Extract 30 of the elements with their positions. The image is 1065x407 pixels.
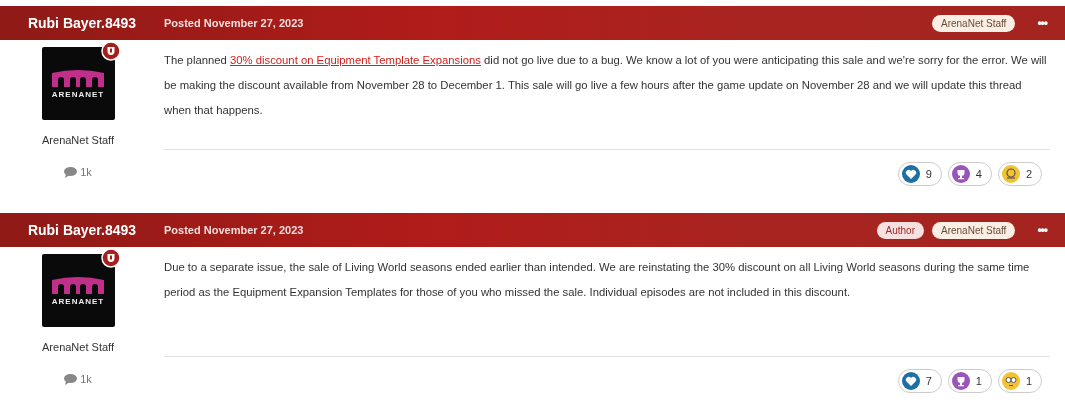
glasses-face-icon <box>1001 372 1020 390</box>
member-role: ArenaNet Staff <box>42 341 114 353</box>
trophy-icon <box>951 165 970 183</box>
emoji-icon <box>1001 165 1020 183</box>
avatar-logo-text: ARENANET <box>51 296 105 306</box>
discount-link[interactable]: 30% discount on Equipment Template Expansions <box>229 54 481 66</box>
comment-count: 1k <box>80 373 92 385</box>
more-menu[interactable]: ••• <box>1037 16 1047 30</box>
speech-bubble-icon <box>64 166 78 178</box>
avatar[interactable]: ARENANET <box>41 47 115 120</box>
author-name[interactable]: Rubi Bayer.8493 <box>0 222 164 238</box>
author-badge: Author <box>876 221 924 239</box>
avatar[interactable]: ARENANET <box>41 254 115 327</box>
arch-logo-icon <box>52 68 104 87</box>
post-date: Posted November 27, 2023 <box>164 224 305 236</box>
shield-icon <box>100 41 121 61</box>
post-body: The planned 30% discount on Equipment Template Expansions did not go live due to a bug. We know a lot of you were anticipating this sale and we're sorry for the error. We will be making the discount available from November 28 to December 1. This sale will go live a few hours after the game update on November 28 and we will update this thread when that happens. <box>164 53 1048 118</box>
avatar-logo-text: ARENANET <box>51 89 105 99</box>
shield-icon <box>100 248 121 268</box>
trophy-icon <box>951 372 970 390</box>
more-menu[interactable]: ••• <box>1037 223 1047 237</box>
staff-badge: ArenaNet Staff <box>931 221 1016 239</box>
author-name[interactable]: Rubi Bayer.8493 <box>0 15 164 31</box>
arch-logo-icon <box>52 275 104 294</box>
staff-badge: ArenaNet Staff <box>931 14 1016 32</box>
comment-count: 1k <box>80 166 92 178</box>
post-date: Posted November 27, 2023 <box>164 17 305 29</box>
member-role: ArenaNet Staff <box>42 134 114 146</box>
post-body: Due to a separate issue, the sale of Living World seasons ended earlier than intended. We are reinstating the 30% discount on all Living World seasons during the same time period as the Equipment Expansion Templates for those of you who missed the sale. Individual episodes are not included in this discount. <box>164 260 1031 300</box>
speech-bubble-icon <box>64 373 78 385</box>
